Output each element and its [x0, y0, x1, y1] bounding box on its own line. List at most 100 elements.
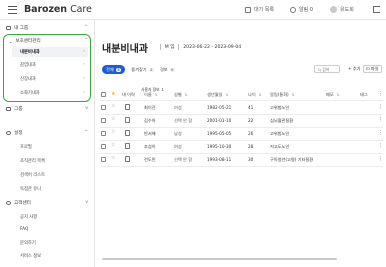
star-icon[interactable]: ☆ — [111, 130, 115, 135]
chevron-down-icon[interactable]: v — [85, 106, 88, 111]
star-icon[interactable]: ☆ — [111, 143, 115, 148]
sidebar-item-notice[interactable]: 공지 사항 — [20, 214, 37, 220]
cell-age: 41 — [248, 105, 254, 110]
cell-gender: 선택 안 함 — [174, 157, 193, 162]
more-icon[interactable]: ⋮ — [378, 104, 383, 110]
cell-age: 30 — [248, 157, 254, 162]
menu-icon[interactable] — [8, 6, 17, 14]
chevron-up-icon[interactable]: ^ — [84, 130, 88, 135]
chevron-up-icon[interactable]: ^ — [84, 38, 88, 43]
cell-age: 28 — [248, 144, 254, 149]
cell-birthdate: 1995-10-30 — [207, 144, 232, 149]
cell-name: 반서해 — [144, 131, 156, 136]
filter-all-chip[interactable]: 전체 5 — [102, 65, 126, 74]
col-alert[interactable]: 알림(통화) ⇅ — [270, 92, 295, 98]
cell-birthdate: 1995-05-05 — [207, 131, 232, 136]
row-checkbox[interactable] — [101, 105, 106, 110]
row-checkbox[interactable] — [101, 131, 106, 136]
sidebar-item-infectious[interactable]: 감염내과 — [20, 62, 36, 68]
star-icon[interactable]: ☆ — [111, 156, 115, 161]
cell-name: 김수아 — [144, 118, 156, 123]
star-icon[interactable]: ☆ — [111, 104, 115, 109]
sidebar-item-gastro[interactable]: 소화기내과 — [20, 90, 40, 96]
sidebar-group-my-group[interactable]: 내 그룹 — [6, 25, 28, 31]
document-icon[interactable] — [125, 130, 130, 136]
headset-icon — [6, 201, 11, 205]
row-checkbox[interactable] — [101, 118, 106, 123]
cell-birthdate: 1993-08-11 — [207, 157, 232, 162]
cell-gender: 여성 — [174, 144, 182, 149]
filter-risk-chip[interactable]: 경보 0 — [160, 67, 175, 73]
col-history[interactable]: 내 이력 — [122, 92, 135, 98]
sidebar: 내 그룹 ^ ⌄ 보호센터관리 ^ 내분비내과 › 감염내과 › 신장내과 › … — [0, 20, 95, 267]
more-icon[interactable]: ⋮ — [378, 143, 383, 149]
date-range-selector[interactable]: M 임 2023-06-22 - 2023-09-04 — [160, 44, 241, 50]
row-checkbox[interactable] — [101, 144, 106, 149]
col-memo[interactable]: 메모 ⇅ — [326, 92, 340, 98]
cell-gender: 여성 — [174, 105, 182, 110]
cell-name: 조섬이 — [144, 144, 156, 149]
logout-icon[interactable] — [373, 6, 380, 13]
cell-alert: 고위험노인 — [270, 131, 290, 136]
sidebar-item-keyword-list[interactable]: 검색어 리스트 — [20, 172, 45, 178]
chevron-right-icon: › — [83, 62, 85, 67]
chevron-right-icon: › — [83, 76, 85, 81]
sidebar-item-inquiry[interactable]: 문의하기 — [20, 240, 36, 246]
sidebar-item-faq[interactable]: FAQ — [20, 227, 28, 232]
avatar — [330, 6, 337, 13]
cell-alert: 구독청년(고령) 기타질환 — [270, 157, 314, 162]
row-checkbox[interactable] — [101, 157, 106, 162]
chevron-down-icon[interactable]: v — [85, 200, 88, 205]
cell-name: 최이진 — [144, 105, 156, 110]
alarm-button[interactable]: 알림 0 — [290, 6, 313, 13]
col-name[interactable]: 이름 ⇅ — [144, 92, 158, 98]
print-button[interactable]: 대기 목록 — [245, 6, 274, 13]
cell-alert: 심뇌혈관질환 — [270, 118, 294, 123]
cell-birthdate: 1982-05-21 — [207, 105, 232, 110]
brand-logo[interactable]: Barozen Care — [24, 4, 92, 15]
chevron-up-icon[interactable]: ^ — [84, 25, 88, 30]
search-input[interactable] — [314, 65, 340, 73]
sidebar-group-support[interactable]: 고객센터 — [6, 200, 31, 206]
more-icon[interactable]: ⋮ — [378, 130, 383, 136]
sidebar-group-groups[interactable]: 그룹 — [6, 106, 22, 112]
group-icon — [6, 107, 11, 111]
top-bar: Barozen Care 대기 목록 알림 0 유도희 — [0, 0, 386, 20]
more-icon[interactable]: ⋮ — [378, 91, 383, 97]
user-menu[interactable]: 유도희 — [330, 6, 354, 13]
col-gender[interactable]: 성별 ⇅ — [174, 92, 188, 98]
more-icon[interactable]: ⋮ — [378, 156, 383, 162]
document-icon[interactable] — [125, 104, 130, 110]
cell-birthdate: 2001-01-10 — [207, 118, 232, 123]
star-icon[interactable]: ☆ — [111, 117, 115, 122]
add-button[interactable]: + 추가 — [346, 65, 363, 73]
cell-gender: 남성 — [174, 131, 182, 136]
sidebar-item-org-list[interactable]: 조직관리 목록 — [20, 158, 45, 164]
filter-bar: 전체 5 즐겨찾기 2 경보 0 — [102, 65, 175, 74]
folder-icon — [6, 26, 11, 30]
more-icon[interactable]: ⋮ — [378, 117, 383, 123]
col-age[interactable]: 나이 ⇅ — [248, 92, 262, 98]
sidebar-group-settings[interactable]: 설정 — [6, 130, 22, 136]
star-icon[interactable]: ★ — [111, 92, 115, 97]
filter-favorite-chip[interactable]: 즐겨찾기 2 — [131, 67, 154, 73]
cell-alert: 저고도노인 — [270, 144, 290, 149]
sidebar-item-exclusive[interactable]: 독점관 유니 — [20, 186, 41, 192]
sidebar-item-endocrinology[interactable]: 내분비내과 — [20, 49, 40, 55]
sidebar-item-nephrology[interactable]: 신장내과 — [20, 76, 36, 82]
sidebar-group-care-center[interactable]: ⌄ 보호센터관리 — [9, 38, 41, 45]
download-button[interactable]: ⊡ 파일 — [363, 65, 382, 73]
col-tag[interactable]: 태그 — [360, 92, 368, 98]
chevron-right-icon: › — [83, 49, 85, 54]
document-icon[interactable] — [125, 117, 130, 123]
sidebar-item-service-info[interactable]: 서비스 정보 — [20, 253, 41, 259]
col-birthdate[interactable]: 생년월일 ⇅ — [207, 92, 228, 98]
document-icon[interactable] — [125, 156, 130, 162]
page-title: 내분비내과 — [102, 44, 148, 55]
cell-name: 전도민 — [144, 157, 156, 162]
select-all-checkbox[interactable] — [101, 92, 106, 97]
cell-age: 22 — [248, 118, 254, 123]
sidebar-item-profile[interactable]: 프로필 — [20, 144, 32, 150]
horizontal-scrollbar[interactable] — [102, 258, 337, 260]
document-icon[interactable] — [125, 143, 130, 149]
